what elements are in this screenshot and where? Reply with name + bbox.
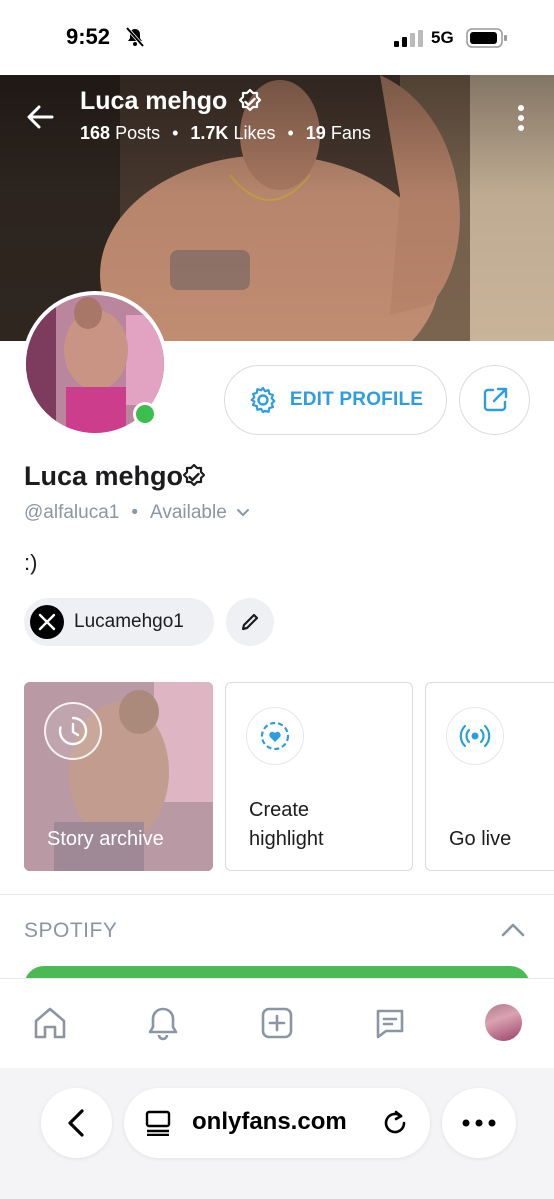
- more-options-button[interactable]: [510, 103, 532, 133]
- more-horizontal-icon: [462, 1119, 496, 1127]
- battery-icon: [466, 28, 508, 53]
- share-icon: [483, 387, 507, 412]
- clock-history-icon: [44, 702, 102, 760]
- availability-label: Available: [150, 502, 227, 523]
- verified-badge-icon: [180, 463, 208, 496]
- edit-social-button[interactable]: [226, 598, 274, 646]
- more-vertical-icon: [518, 105, 524, 131]
- social-username: Lucamehgo1: [74, 611, 184, 632]
- chevron-up-icon[interactable]: [499, 920, 527, 945]
- status-bar: 9:52 5G: [0, 0, 554, 75]
- tab-profile-avatar[interactable]: [485, 1004, 522, 1041]
- bell-icon: [148, 1007, 178, 1041]
- stat-likes: 1.7K Likes: [190, 123, 276, 143]
- arrow-left-icon: [27, 105, 54, 129]
- profile-bio: :): [24, 550, 38, 575]
- browser-back-button[interactable]: [41, 1088, 112, 1158]
- bottom-tab-bar: [0, 978, 554, 1068]
- back-button[interactable]: [22, 99, 58, 135]
- stat-fans: 19 Fans: [305, 123, 371, 143]
- message-icon: [376, 1009, 404, 1039]
- create-highlight-label-line1: Create: [249, 799, 310, 821]
- tab-notifications[interactable]: [141, 1001, 185, 1045]
- separator-dot: •: [131, 502, 138, 523]
- profile-handle: @alfaluca1: [24, 502, 120, 523]
- spotify-section-title: SPOTIFY: [24, 919, 118, 942]
- story-archive-card[interactable]: Story archive: [24, 682, 213, 871]
- stat-posts: 168 Posts: [80, 123, 161, 143]
- browser-address-bar[interactable]: onlyfans.com: [124, 1088, 430, 1158]
- share-button[interactable]: [459, 365, 530, 435]
- pencil-icon: [241, 613, 259, 631]
- edit-profile-button[interactable]: EDIT PROFILE: [224, 365, 447, 435]
- signal-icon: [394, 30, 424, 53]
- home-icon: [34, 1007, 66, 1039]
- cover-name: Luca mehgo: [80, 87, 228, 115]
- verified-badge-icon: [236, 88, 264, 121]
- page-settings-icon[interactable]: [144, 1110, 172, 1141]
- chevron-down-icon: [236, 509, 249, 517]
- story-archive-label: Story archive: [47, 828, 164, 850]
- online-status-indicator: [133, 402, 157, 426]
- plus-square-icon: [261, 1007, 293, 1039]
- create-highlight-card[interactable]: Create highlight: [225, 682, 413, 871]
- browser-more-button[interactable]: [442, 1088, 516, 1158]
- separator-dot: •: [287, 123, 294, 143]
- tab-home[interactable]: [28, 1001, 72, 1045]
- profile-subline: @alfaluca1 • Available: [24, 502, 251, 524]
- tab-new-post[interactable]: [255, 1001, 299, 1045]
- broadcast-icon: [446, 707, 504, 765]
- profile-name: Luca mehgo: [24, 461, 184, 491]
- tab-messages[interactable]: [368, 1001, 412, 1045]
- browser-toolbar: onlyfans.com: [0, 1068, 554, 1199]
- browser-url: onlyfans.com: [192, 1108, 347, 1135]
- heart-plus-icon: [246, 707, 304, 765]
- social-link-x[interactable]: Lucamehgo1: [24, 598, 214, 646]
- status-time: 9:52: [66, 24, 111, 49]
- go-live-card[interactable]: Go live: [425, 682, 554, 871]
- section-divider: [0, 894, 554, 895]
- separator-dot: •: [172, 123, 179, 143]
- bell-slash-icon: [124, 26, 146, 52]
- create-highlight-label-line2: highlight: [249, 828, 324, 850]
- edit-profile-label: EDIT PROFILE: [289, 389, 424, 410]
- go-live-label: Go live: [449, 828, 512, 850]
- network-type: 5G: [431, 28, 454, 47]
- gear-icon: [250, 386, 276, 414]
- availability-dropdown[interactable]: Available: [150, 502, 251, 524]
- reload-icon[interactable]: [380, 1108, 410, 1143]
- chevron-left-icon: [67, 1109, 84, 1137]
- x-logo-icon: [30, 605, 64, 639]
- profile-stats: 168 Posts • 1.7K Likes • 19 Fans: [80, 123, 371, 144]
